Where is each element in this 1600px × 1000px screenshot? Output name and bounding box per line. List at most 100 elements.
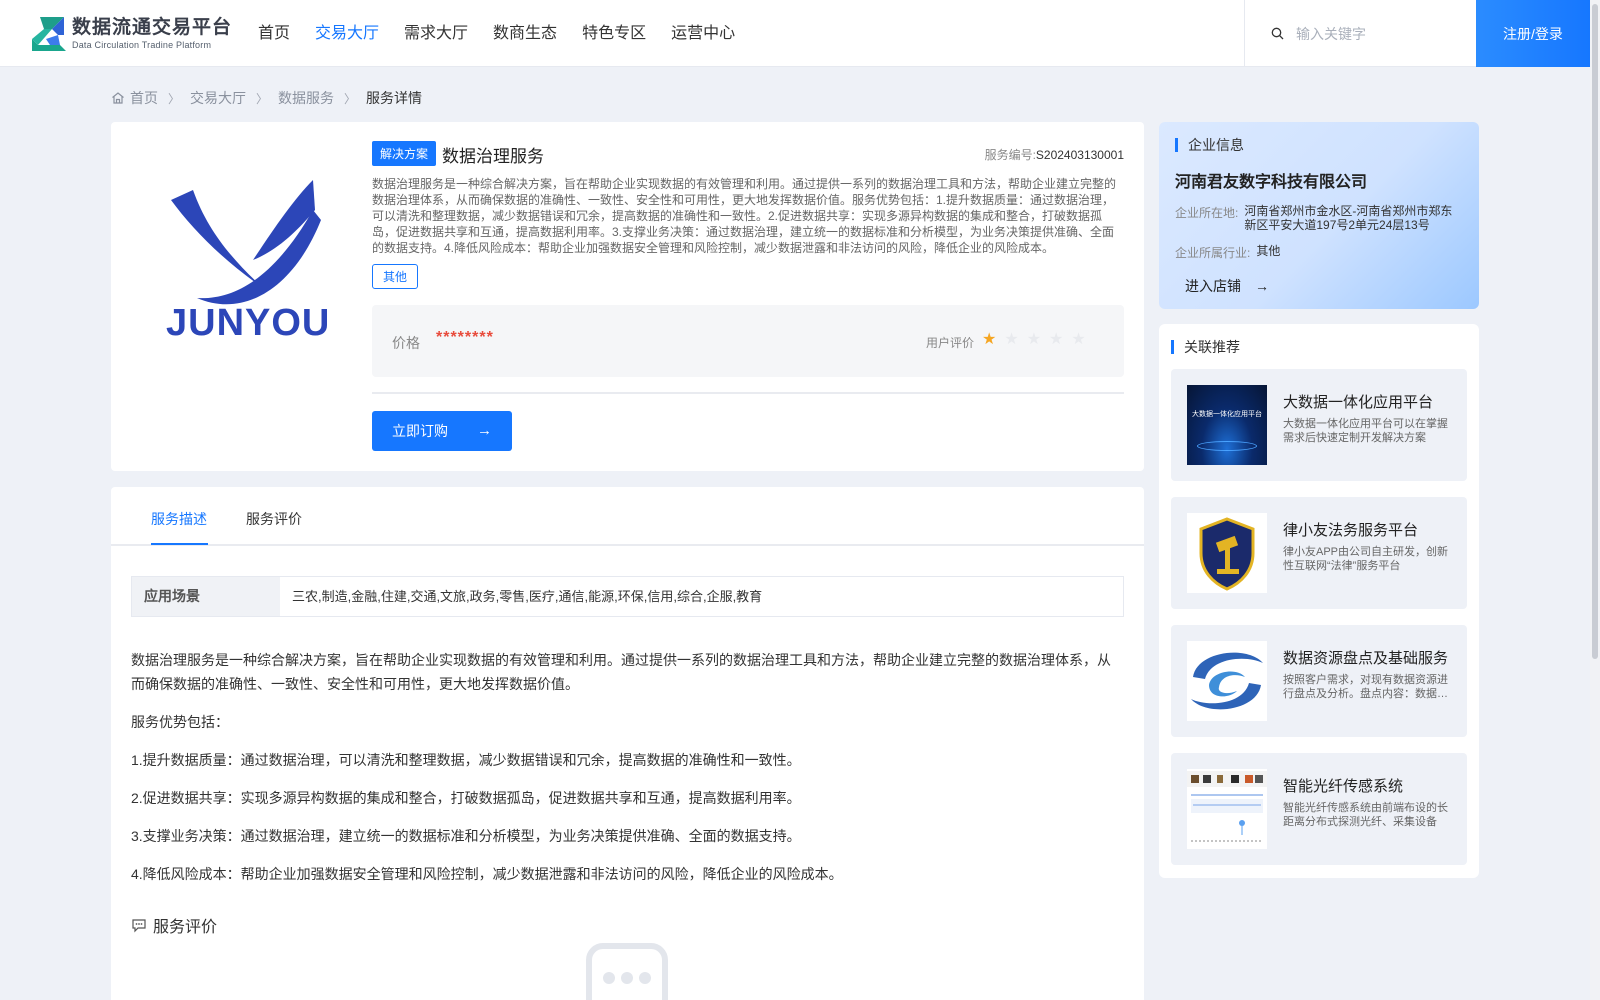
- breadcrumb-home[interactable]: 首页: [130, 88, 158, 108]
- star-filled-icon: ★: [982, 331, 997, 348]
- scene-label: 应用场景: [132, 577, 280, 616]
- breadcrumb: 首页 〉 交易大厅 〉 数据服务 〉 服务详情: [111, 88, 422, 108]
- recommend-title: 律小友法务服务平台: [1283, 522, 1419, 539]
- company-info-card: 企业信息 河南君友数字科技有限公司 企业所在地: 河南省郑州市金水区-河南省郑州…: [1159, 122, 1479, 309]
- top-header: 数据流通交易平台 Data Circulation Tradine Platfo…: [0, 0, 1590, 67]
- brand-name: JUNYOU: [166, 302, 331, 344]
- recommend-item[interactable]: 数据资源盘点及基础服务 按照客户需求，对现有数据资源进行盘点及分析。盘点内容：数…: [1171, 625, 1467, 737]
- data-swirl-thumb-icon: [1187, 641, 1267, 721]
- thumb-caption: 大数据一体化应用平台: [1192, 411, 1262, 418]
- detail-tabs: 服务描述 服务评价: [111, 487, 1144, 546]
- recommend-desc: 按照客户需求，对现有数据资源进行盘点及分析。盘点内容：数据资源: [1283, 674, 1448, 700]
- service-number-value: S202403130001: [1035, 148, 1124, 162]
- recommend-item[interactable]: 智能光纤传感系统 智能光纤传感系统由前端布设的长距离分布式探测光纤、采集设备: [1171, 753, 1467, 865]
- service-detail-card: 服务描述 服务评价 应用场景 三农,制造,金融,住建,交通,文旅,政务,零售,医…: [111, 487, 1144, 1000]
- enter-store-label: 进入店铺: [1185, 278, 1241, 294]
- active-tab-underline: [151, 543, 208, 545]
- chevron-right-icon: 〉: [344, 91, 357, 106]
- recommend-title: 智能光纤传感系统: [1283, 778, 1404, 795]
- nav-item-ecosystem[interactable]: 数商生态: [493, 0, 557, 67]
- tab-service-review[interactable]: 服务评价: [246, 509, 302, 529]
- logo-subtitle: Data Circulation Tradine Platform: [72, 40, 212, 50]
- recommend-desc: 智能光纤传感系统由前端布设的长距离分布式探测光纤、采集设备: [1283, 802, 1448, 828]
- company-location-value: 河南省郑州市金水区-河南省郑州市郑东新区平安大道197号2单元24层13号: [1244, 204, 1453, 232]
- home-icon[interactable]: [111, 91, 125, 105]
- review-section-header: 服务评价: [131, 913, 217, 937]
- company-location-row: 企业所在地: 河南省郑州市金水区-河南省郑州市郑东新区平安大道197号2单元24…: [1175, 204, 1458, 232]
- price-label: 价格: [392, 335, 420, 351]
- star-empty-icon: ★: [1049, 331, 1064, 348]
- review-section-title: 服务评价: [153, 919, 218, 936]
- company-industry-row: 企业所属行业: 其他: [1175, 244, 1280, 261]
- rating-label: 用户评价: [926, 336, 975, 350]
- advantage-point: 3.支撑业务决策：通过数据治理，建立统一的数据标准和分析模型，为业务决策提供准确…: [131, 828, 801, 844]
- nav-item-home[interactable]: 首页: [258, 0, 290, 67]
- recommend-card: 关联推荐 大数据一体化应用平台 大数据一体化应用平台 大数据一体化应用平台可以在…: [1159, 324, 1479, 878]
- company-location-label: 企业所在地:: [1175, 206, 1239, 220]
- company-section-title: 企业信息: [1175, 138, 1244, 152]
- site-logo[interactable]: 数据流通交易平台 Data Circulation Tradine Platfo…: [30, 14, 232, 54]
- product-title: 数据治理服务: [442, 147, 544, 166]
- bigdata-platform-thumb-icon: 大数据一体化应用平台: [1187, 385, 1267, 465]
- recommend-item[interactable]: 律小友法务服务平台 律小友APP由公司自主研发，创新性互联网“法律”服务平台: [1171, 497, 1467, 609]
- main-nav: 首页 交易大厅 需求大厅 数商生态 特色专区 运营中心: [258, 0, 760, 67]
- service-intro: 数据治理服务是一种综合解决方案，旨在帮助企业实现数据的有效管理和利用。通过提供一…: [131, 652, 1111, 692]
- rating-stars: ★ ★ ★ ★ ★: [982, 331, 1094, 349]
- divider: [372, 392, 1124, 394]
- product-description: 数据治理服务是一种综合解决方案，旨在帮助企业实现数据的有效管理和利用。通过提供一…: [372, 177, 1117, 255]
- chevron-right-icon: 〉: [168, 91, 181, 106]
- breadcrumb-trading-hall[interactable]: 交易大厅: [190, 88, 246, 108]
- thumb-glow-ring: [1197, 441, 1257, 451]
- arrow-right-icon: →: [1255, 278, 1269, 294]
- company-industry-value: 其他: [1256, 244, 1281, 258]
- enter-store-link[interactable]: 进入店铺 →: [1185, 276, 1269, 296]
- category-tag[interactable]: 其他: [372, 264, 419, 289]
- logo-mark-icon: [32, 17, 66, 51]
- fiber-dashboard-thumb-icon: [1187, 769, 1267, 849]
- company-industry-label: 企业所属行业:: [1175, 246, 1251, 260]
- product-card: JUNYOU 解决方案 数据治理服务 服务编号:S202403130001 数据…: [111, 122, 1144, 471]
- service-number-label: 服务编号:: [984, 148, 1036, 162]
- star-empty-icon: ★: [1004, 331, 1019, 348]
- tab-service-description[interactable]: 服务描述: [151, 509, 207, 529]
- star-empty-icon: ★: [1071, 331, 1086, 348]
- recommend-title: 数据资源盘点及基础服务: [1283, 650, 1449, 667]
- price-box: 价格 ******** 用户评价 ★ ★ ★ ★ ★: [372, 305, 1124, 377]
- advantage-heading: 服务优势包括：: [131, 714, 229, 730]
- nav-item-demand-hall[interactable]: 需求大厅: [404, 0, 468, 67]
- advantage-point: 1.提升数据质量：通过数据治理，可以清洗和整理数据，减少数据错误和冗余，提高数据…: [131, 752, 801, 768]
- logo-title: 数据流通交易平台: [72, 17, 233, 38]
- breadcrumb-data-service[interactable]: 数据服务: [278, 88, 334, 108]
- nav-item-trading-hall[interactable]: 交易大厅: [315, 0, 379, 67]
- service-number: 服务编号:S202403130001: [985, 146, 1124, 163]
- search-box: [1244, 0, 1476, 67]
- law-shield-thumb-icon: [1187, 513, 1267, 593]
- recommend-item[interactable]: 大数据一体化应用平台 大数据一体化应用平台 大数据一体化应用平台可以在掌握需求后…: [1171, 369, 1467, 481]
- application-scene-table: 应用场景 三农,制造,金融,住建,交通,文旅,政务,零售,医疗,通信,能源,环保…: [131, 576, 1124, 617]
- arrow-right-icon: →: [477, 422, 492, 439]
- breadcrumb-current: 服务详情: [366, 90, 423, 106]
- buy-now-button[interactable]: 立即订购 →: [372, 411, 512, 451]
- nav-item-operation-center[interactable]: 运营中心: [671, 0, 735, 67]
- scrollbar-thumb[interactable]: [1592, 4, 1598, 659]
- search-input[interactable]: [1296, 25, 1466, 42]
- advantage-point: 2.促进数据共享：实现多源异构数据的集成和整合，打破数据孤岛，促进数据共享和互通…: [131, 790, 801, 806]
- chevron-right-icon: 〉: [256, 91, 269, 106]
- price-value: ********: [436, 329, 494, 346]
- comment-icon: [132, 919, 146, 933]
- star-empty-icon: ★: [1026, 331, 1042, 348]
- login-register-button[interactable]: 注册/登录: [1476, 0, 1590, 67]
- recommend-desc: 律小友APP由公司自主研发，创新性互联网“法律”服务平台: [1283, 546, 1449, 572]
- empty-comment-icon: [586, 943, 668, 1000]
- scene-value: 三农,制造,金融,住建,交通,文旅,政务,零售,医疗,通信,能源,环保,信用,综…: [292, 589, 763, 604]
- company-name: 河南君友数字科技有限公司: [1175, 174, 1368, 191]
- recommend-desc: 大数据一体化应用平台可以在掌握需求后快速定制开发解决方案: [1283, 418, 1448, 444]
- buy-now-label: 立即订购: [392, 423, 448, 439]
- advantage-point: 4.降低风险成本：帮助企业加强数据安全管理和风险控制，减少数据泄露和非法访问的风…: [131, 866, 843, 882]
- recommend-section-title: 关联推荐: [1171, 340, 1240, 354]
- page-scrollbar[interactable]: [1590, 0, 1600, 1000]
- solution-tag: 解决方案: [372, 141, 437, 166]
- search-icon[interactable]: [1271, 27, 1284, 40]
- recommend-title: 大数据一体化应用平台: [1283, 394, 1434, 411]
- nav-item-special-zone[interactable]: 特色专区: [582, 0, 646, 67]
